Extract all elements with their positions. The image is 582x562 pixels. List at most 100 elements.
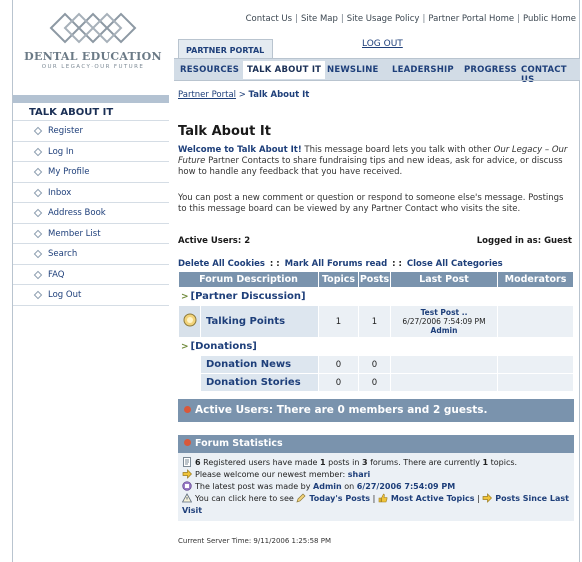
intro-lead: Welcome to Talk About It!: [178, 145, 302, 155]
top-links: Contact Us | Site Map | Site Usage Policy | Pa…: [245, 14, 576, 24]
top-link-site-usage-policy[interactable]: Site Usage Policy: [347, 14, 420, 24]
nav-talk-about-it[interactable]: TALK ABOUT IT: [243, 61, 326, 79]
sidebar-item-member-list[interactable]: Member List: [13, 222, 169, 244]
action-separator: : :: [389, 259, 405, 269]
top-link-site-map[interactable]: Site Map: [301, 14, 338, 24]
most-active-topics-link[interactable]: Most Active Topics: [391, 494, 475, 503]
forum-bubble-icon: [183, 313, 196, 327]
arrow-right-icon: [482, 493, 493, 503]
last-post-author[interactable]: Admin: [391, 326, 497, 335]
sidebar-item-log-in[interactable]: Log In: [13, 140, 169, 162]
sidebar-item-address-book[interactable]: Address Book: [13, 202, 169, 223]
diamond-bullet-icon: [33, 270, 43, 279]
server-time: Current Server Time: 9/11/2006 1:25:58 P…: [178, 537, 331, 545]
expand-arrow-icon[interactable]: >: [181, 342, 189, 352]
document-stats-icon: [183, 457, 191, 467]
category-row[interactable]: > [Partner Discussion]: [178, 287, 574, 306]
latest-post-author-link[interactable]: Admin: [313, 482, 342, 491]
sidebar-item-my-profile[interactable]: My Profile: [13, 161, 169, 182]
warning-triangle-icon: [182, 493, 192, 503]
forum-topics: 1: [318, 305, 359, 338]
col-moderators: Moderators: [497, 271, 574, 288]
pencil-icon: [296, 493, 306, 503]
close-categories-link[interactable]: Close All Categories: [407, 259, 503, 269]
top-link-public-home[interactable]: Public Home: [523, 14, 576, 24]
stats-line-latest: The latest post was made by Admin on 6/2…: [182, 481, 570, 493]
active-users-summary: Active Users: There are 0 members and 2 …: [195, 404, 488, 416]
latest-post-icon: [182, 481, 192, 491]
stats-text: topics.: [488, 458, 518, 467]
col-posts: Posts: [358, 271, 391, 288]
breadcrumb-partner-portal[interactable]: Partner Portal: [178, 90, 236, 100]
partner-portal-tab[interactable]: PARTNER PORTAL: [178, 39, 273, 59]
nav-contact-us[interactable]: CONTACT US: [521, 65, 580, 85]
diamond-bullet-icon: [33, 290, 43, 300]
stats-text: on: [341, 482, 357, 491]
sidebar-item-label: Address Book: [48, 208, 106, 218]
logo-name: DENTAL EDUCATION: [24, 50, 162, 63]
last-post-cell: [390, 355, 498, 374]
main-content: Partner Portal > Talk About It Talk Abou…: [178, 90, 576, 545]
diamond-bullet-icon: [33, 208, 43, 218]
forum-table: Forum Description Topics Posts Last Post…: [178, 271, 574, 392]
forum-statistics-box: Forum Statistics 6 Registered users have…: [178, 435, 574, 521]
sidebar-item-label: Inbox: [48, 187, 72, 198]
thumbs-up-icon: [378, 493, 388, 503]
logout-link[interactable]: LOG OUT: [362, 39, 403, 49]
stats-text: Please welcome our newest member:: [195, 470, 348, 479]
diamond-bullet-icon: [33, 126, 43, 136]
forum-topics: 0: [318, 373, 359, 392]
forum-topics: 0: [318, 355, 359, 374]
forum-name[interactable]: Donation Stories: [200, 373, 319, 392]
newest-member-link[interactable]: shari: [348, 470, 371, 479]
sidebar: TALK ABOUT IT Register Log In My Profile…: [13, 95, 169, 306]
sidebar-item-inbox[interactable]: Inbox: [13, 181, 169, 203]
sidebar-item-log-out[interactable]: Log Out: [13, 284, 169, 305]
forum-moderators: [497, 305, 574, 338]
forum-name[interactable]: Donation News: [200, 355, 319, 374]
forum-row: Talking Points 1 1 Test Post .. 6/27/200…: [178, 305, 574, 338]
stats-text: forums. There are currently: [367, 458, 483, 467]
sidebar-item-faq[interactable]: FAQ: [13, 263, 169, 285]
intro-text: Welcome to Talk About It! This message b…: [178, 145, 574, 178]
logged-in-status: Logged in as: Guest: [476, 236, 572, 246]
expand-arrow-icon[interactable]: >: [181, 292, 189, 302]
category-name[interactable]: [Partner Discussion]: [191, 291, 306, 302]
top-link-partner-portal-home[interactable]: Partner Portal Home: [428, 14, 514, 24]
category-name[interactable]: [Donations]: [191, 341, 257, 352]
sidebar-item-search[interactable]: Search: [13, 243, 169, 264]
sidebar-top-bar: [13, 95, 169, 103]
delete-cookies-link[interactable]: Delete All Cookies: [178, 259, 265, 269]
mark-all-read-link[interactable]: Mark All Forums read: [285, 259, 388, 269]
sidebar-item-label: Member List: [48, 228, 101, 239]
stats-line-links: You can click here to see Today's Posts …: [182, 493, 569, 515]
last-post-cell: [390, 373, 498, 392]
active-users-box: Active Users: There are 0 members and 2 …: [178, 399, 574, 422]
latest-post-date-link[interactable]: 6/27/2006 7:54:09 PM: [357, 482, 455, 491]
sidebar-item-label: Log Out: [48, 290, 82, 300]
sidebar-item-register[interactable]: Register: [13, 120, 169, 141]
todays-posts-link[interactable]: Today's Posts: [309, 494, 370, 503]
forum-icon-cell: [178, 305, 201, 338]
sidebar-divider: [13, 304, 169, 306]
nav-resources[interactable]: RESOURCES: [180, 65, 239, 75]
forum-name[interactable]: Talking Points: [200, 305, 319, 338]
forum-moderators: [497, 355, 574, 374]
status-dot-icon: [184, 406, 191, 413]
col-forum-description: Forum Description: [178, 271, 319, 288]
sidebar-title: TALK ABOUT IT: [13, 103, 169, 120]
nav-progress[interactable]: PROGRESS: [464, 65, 517, 75]
nav-newsline[interactable]: NEWSLINE: [327, 65, 379, 75]
main-nav: RESOURCES TALK ABOUT IT NEWSLINE LEADERS…: [174, 58, 580, 85]
last-post-title[interactable]: Test Post ..: [391, 308, 497, 317]
category-row[interactable]: > [Donations]: [178, 337, 574, 356]
breadcrumb-current: Talk About It: [248, 90, 310, 100]
sidebar-item-label: FAQ: [48, 269, 65, 280]
site-logo[interactable]: DENTAL EDUCATION OUR LEGACY·OUR FUTURE: [14, 8, 172, 78]
forum-row: Donation Stories 0 0: [178, 373, 574, 392]
sidebar-item-label: Register: [48, 126, 83, 136]
stats-text: posts in: [325, 458, 362, 467]
top-link-contact-us[interactable]: Contact Us: [246, 14, 292, 24]
nav-leadership[interactable]: LEADERSHIP: [392, 65, 454, 75]
breadcrumb: Partner Portal > Talk About It: [178, 90, 576, 100]
